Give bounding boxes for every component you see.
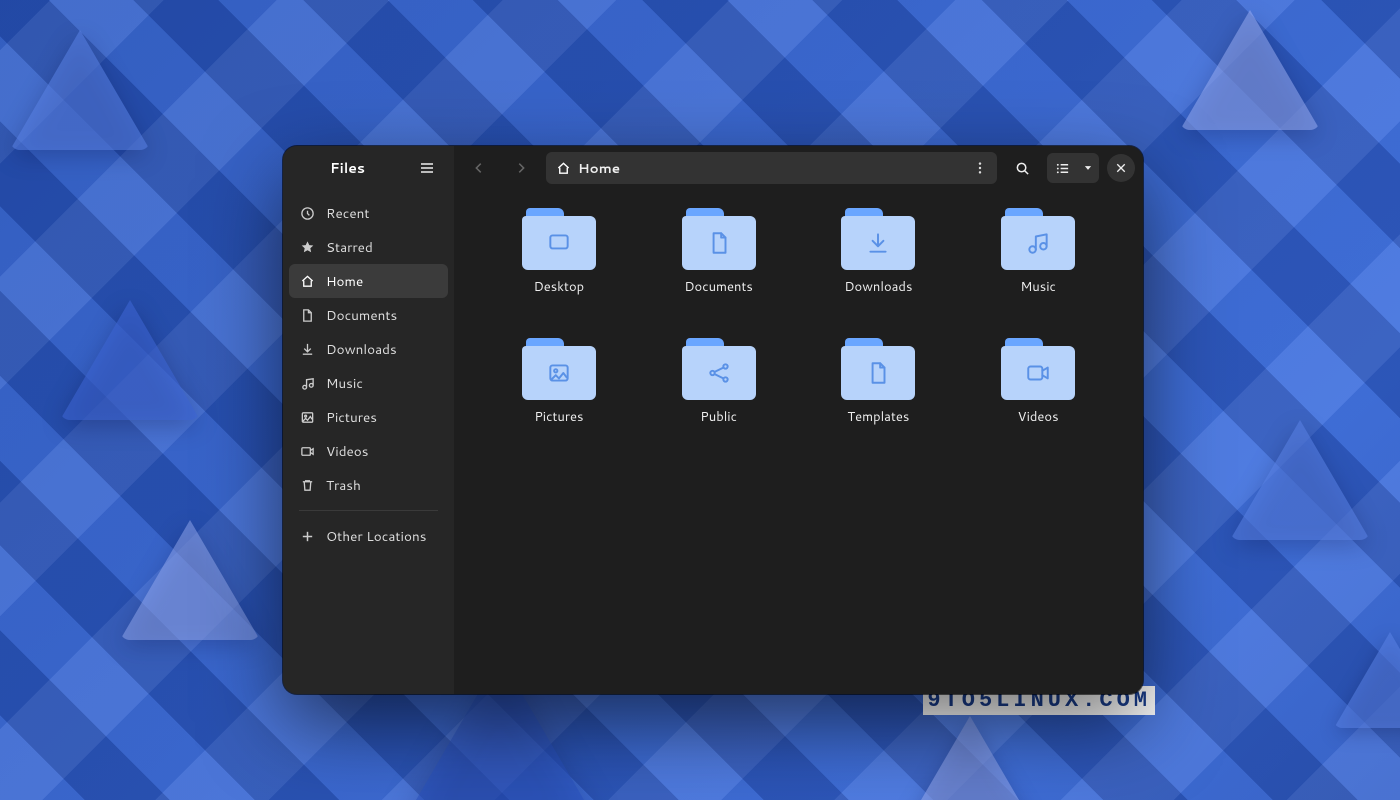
- folder-item[interactable]: Pictures: [484, 336, 634, 462]
- sidebar-item-other-locations[interactable]: Other Locations: [289, 519, 448, 553]
- folder-label: Music: [1020, 278, 1056, 296]
- list-icon: [1055, 161, 1070, 176]
- folder-icon: [682, 338, 756, 400]
- sidebar-item-label: Home: [326, 272, 363, 291]
- sidebar-list: Recent Starred Home Documents Downloads …: [283, 190, 454, 559]
- folder-item[interactable]: Music: [963, 206, 1113, 332]
- search-button[interactable]: [1005, 153, 1039, 183]
- trash-icon: [299, 477, 315, 493]
- forward-button[interactable]: [504, 153, 538, 183]
- sidebar-item-label: Other Locations: [326, 527, 426, 546]
- sidebar-item-label: Starred: [326, 238, 373, 257]
- music-icon: [299, 375, 315, 391]
- folder-label: Public: [700, 408, 737, 426]
- sidebar-item-label: Pictures: [326, 408, 377, 427]
- folder-label: Downloads: [844, 278, 912, 296]
- home-icon: [299, 273, 315, 289]
- folder-label: Pictures: [534, 408, 583, 426]
- folder-item[interactable]: Desktop: [484, 206, 634, 332]
- sidebar-item-label: Videos: [326, 442, 368, 461]
- file-manager-window: Files Recent Starred Home Documents: [283, 146, 1143, 694]
- kebab-icon: [973, 161, 987, 175]
- sidebar-item-label: Recent: [326, 204, 369, 223]
- pictures-icon: [299, 409, 315, 425]
- sidebar-item-label: Downloads: [326, 340, 397, 359]
- folder-label: Videos: [1018, 408, 1059, 426]
- chevron-down-icon: [1083, 163, 1093, 173]
- view-dropdown-button[interactable]: [1077, 153, 1099, 183]
- app-title: Files: [293, 158, 402, 178]
- folder-grid: Desktop Documents Downloads Music Pictur…: [454, 190, 1143, 694]
- sidebar-header: Files: [283, 146, 454, 190]
- folder-icon: [1001, 208, 1075, 270]
- sidebar-item-music[interactable]: Music: [289, 366, 448, 400]
- clock-icon: [299, 205, 315, 221]
- folder-icon: [1001, 338, 1075, 400]
- close-button[interactable]: [1107, 154, 1135, 182]
- main-area: Home: [454, 146, 1143, 694]
- sidebar-item-label: Trash: [326, 476, 361, 495]
- folder-label: Documents: [684, 278, 753, 296]
- view-mode-switcher: [1047, 153, 1099, 183]
- sidebar-item-downloads[interactable]: Downloads: [289, 332, 448, 366]
- hamburger-menu-button[interactable]: [410, 153, 444, 183]
- view-list-button[interactable]: [1047, 153, 1077, 183]
- sidebar-item-recent[interactable]: Recent: [289, 196, 448, 230]
- sidebar-item-trash[interactable]: Trash: [289, 468, 448, 502]
- sidebar-item-starred[interactable]: Starred: [289, 230, 448, 264]
- folder-item[interactable]: Documents: [644, 206, 794, 332]
- star-icon: [299, 239, 315, 255]
- folder-label: Desktop: [534, 278, 585, 296]
- plus-icon: [299, 528, 315, 544]
- chevron-left-icon: [472, 161, 486, 175]
- search-icon: [1015, 161, 1030, 176]
- sidebar: Files Recent Starred Home Documents: [283, 146, 454, 694]
- folder-item[interactable]: Videos: [963, 336, 1113, 462]
- back-button[interactable]: [462, 153, 496, 183]
- download-icon: [299, 341, 315, 357]
- sidebar-item-videos[interactable]: Videos: [289, 434, 448, 468]
- folder-icon: [522, 208, 596, 270]
- toolbar: Home: [454, 146, 1143, 190]
- document-icon: [299, 307, 315, 323]
- breadcrumb-label: Home: [578, 159, 620, 178]
- sidebar-item-home[interactable]: Home: [289, 264, 448, 298]
- sidebar-item-label: Documents: [326, 306, 397, 325]
- hamburger-icon: [419, 160, 435, 176]
- home-icon: [556, 161, 571, 176]
- sidebar-item-label: Music: [326, 374, 363, 393]
- folder-icon: [841, 208, 915, 270]
- folder-icon: [841, 338, 915, 400]
- folder-item[interactable]: Downloads: [804, 206, 954, 332]
- breadcrumb-home[interactable]: Home: [556, 159, 620, 178]
- sidebar-item-pictures[interactable]: Pictures: [289, 400, 448, 434]
- folder-label: Templates: [847, 408, 909, 426]
- sidebar-item-documents[interactable]: Documents: [289, 298, 448, 332]
- path-bar[interactable]: Home: [546, 152, 997, 184]
- sidebar-separator: [299, 510, 438, 511]
- chevron-right-icon: [514, 161, 528, 175]
- folder-item[interactable]: Templates: [804, 336, 954, 462]
- folder-icon: [522, 338, 596, 400]
- folder-item[interactable]: Public: [644, 336, 794, 462]
- folder-icon: [682, 208, 756, 270]
- videos-icon: [299, 443, 315, 459]
- close-icon: [1115, 162, 1127, 174]
- path-menu-button[interactable]: [969, 157, 991, 179]
